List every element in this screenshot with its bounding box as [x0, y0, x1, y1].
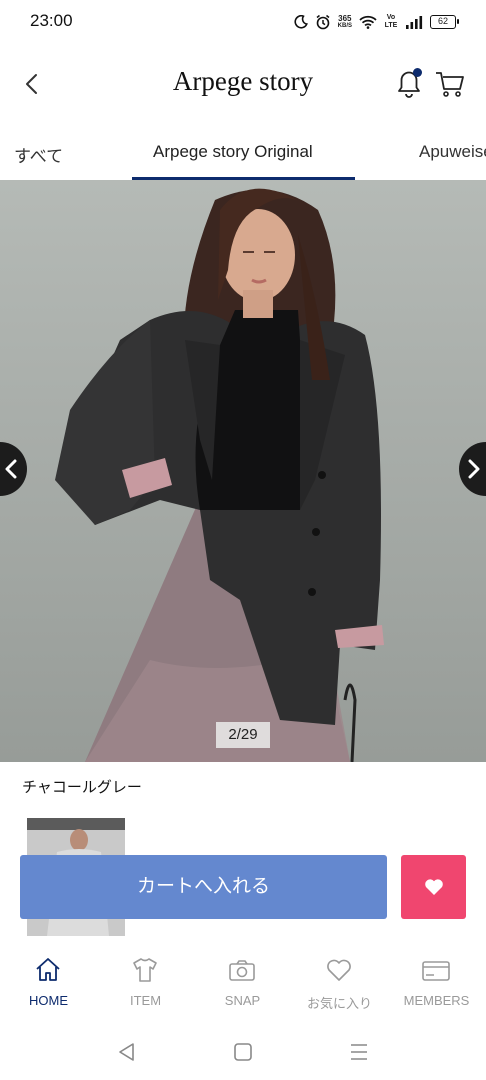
- network-speed: 365 KB/S: [337, 13, 352, 30]
- status-time: 23:00: [30, 11, 73, 30]
- tab-all[interactable]: すべて: [14, 142, 63, 167]
- favorite-button[interactable]: [401, 855, 466, 919]
- wifi-icon: [359, 15, 377, 29]
- moon-icon: [294, 15, 308, 29]
- nav-favorites-label: お気に入り: [306, 996, 372, 1011]
- image-counter: 2/29: [216, 722, 270, 748]
- notification-button[interactable]: [393, 66, 425, 100]
- chevron-left-icon: [26, 74, 37, 94]
- camera-icon: [229, 960, 255, 981]
- back-button[interactable]: [18, 68, 46, 100]
- cart-button[interactable]: [434, 68, 466, 100]
- nav-item[interactable]: ITEM: [97, 946, 194, 1022]
- add-to-cart-button[interactable]: カートへ入れる: [20, 855, 387, 919]
- bottom-navigation: HOME ITEM SNAP お気に入り MEMBERS: [0, 946, 486, 1022]
- nav-members[interactable]: MEMBERS: [388, 946, 485, 1022]
- status-bar: 23:00 365 KB/S Vo LTE 62: [0, 0, 486, 44]
- nav-item-label: ITEM: [129, 993, 162, 1008]
- tab-apuweiser[interactable]: Apuweiser: [419, 142, 486, 162]
- triangle-back-icon: [119, 1043, 134, 1061]
- menu-lines-icon: [351, 1044, 367, 1060]
- product-photo: [0, 180, 486, 762]
- app-header: Arpege story: [0, 44, 486, 124]
- nav-members-label: MEMBERS: [403, 993, 470, 1008]
- nav-snap[interactable]: SNAP: [194, 946, 291, 1022]
- network-speed-unit: KB/S: [337, 22, 352, 29]
- tab-arpege-story-original[interactable]: Arpege story Original: [153, 142, 313, 162]
- chevron-right-icon: [468, 459, 480, 479]
- nav-snap-label: SNAP: [224, 993, 261, 1008]
- member-card-icon: [422, 961, 450, 981]
- heart-outline-icon: [327, 959, 351, 981]
- tshirt-icon: [133, 958, 157, 982]
- volte-indicator: Vo LTE: [384, 14, 398, 29]
- system-menu-button[interactable]: [347, 1040, 371, 1064]
- nav-home-label: HOME: [29, 993, 68, 1008]
- cart-icon: [436, 72, 464, 97]
- status-icons: 365 KB/S Vo LTE 62: [294, 12, 459, 32]
- notification-badge: [413, 68, 422, 77]
- network-speed-value: 365: [338, 13, 352, 23]
- system-navigation-bar: [0, 1022, 486, 1080]
- system-home-button[interactable]: [231, 1040, 255, 1064]
- heart-icon: [425, 879, 443, 895]
- alarm-icon: [316, 14, 330, 30]
- battery-icon: 62: [430, 15, 459, 29]
- home-icon: [36, 958, 60, 981]
- product-image-carousel[interactable]: 2/29: [0, 180, 486, 762]
- nav-favorites[interactable]: お気に入り: [291, 946, 388, 1022]
- brand-tabs: すべて Arpege story Original Apuweiser: [0, 124, 486, 180]
- color-name: チャコールグレー: [22, 779, 142, 796]
- nav-home[interactable]: HOME: [0, 946, 97, 1022]
- square-home-icon: [234, 1043, 252, 1061]
- signal-icon: [406, 16, 423, 29]
- chevron-left-icon: [5, 459, 17, 479]
- system-back-button[interactable]: [115, 1040, 139, 1064]
